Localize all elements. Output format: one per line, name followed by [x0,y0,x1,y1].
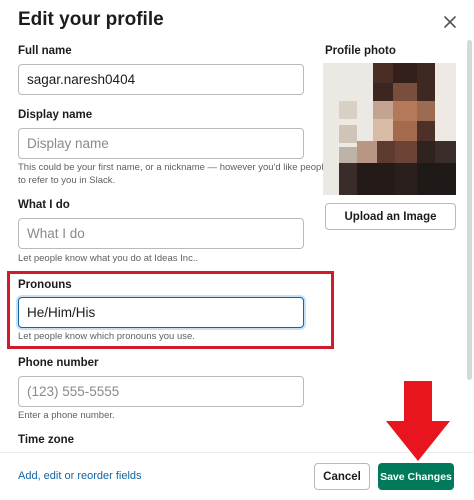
cancel-button[interactable]: Cancel [314,463,370,490]
what-i-do-label: What I do [18,199,70,211]
pronouns-label: Pronouns [18,279,72,291]
profile-photo [323,63,456,195]
save-changes-button[interactable]: Save Changes [378,463,454,490]
display-name-hint-line1: This could be your first name, or a nick… [18,162,329,173]
time-zone-label: Time zone [18,434,75,446]
display-name-input[interactable] [18,128,304,159]
display-name-hint-line2: to refer to you in Slack. [18,175,116,186]
red-arrow-icon [386,381,450,461]
display-name-label: Display name [18,109,93,121]
close-icon [444,16,456,28]
profile-photo-label: Profile photo [325,45,396,57]
profile-photo-image [323,63,456,195]
full-name-label: Full name [18,45,72,57]
pronouns-input[interactable] [18,297,304,328]
phone-number-label: Phone number [18,357,99,369]
what-i-do-hint: Let people know what you do at Ideas Inc… [18,253,199,264]
close-button[interactable] [440,12,460,32]
what-i-do-input[interactable] [18,218,304,249]
upload-image-button[interactable]: Upload an Image [325,203,456,230]
full-name-input[interactable] [18,64,304,95]
scrollbar[interactable] [467,40,472,380]
phone-number-hint: Enter a phone number. [18,410,115,421]
phone-number-input[interactable] [18,376,304,407]
modal-title: Edit your profile [18,9,164,30]
pronouns-hint: Let people know which pronouns you use. [18,331,195,342]
edit-fields-link[interactable]: Add, edit or reorder fields [18,470,142,482]
